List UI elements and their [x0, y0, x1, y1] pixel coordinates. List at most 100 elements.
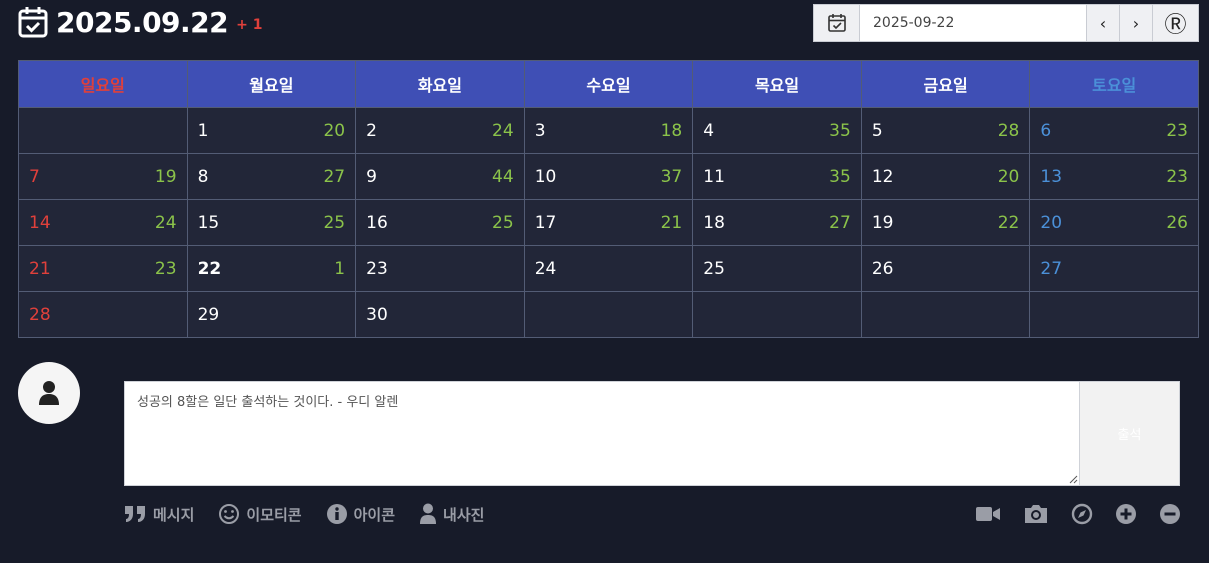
video-button[interactable] [975, 505, 1001, 523]
attendance-count: 23 [1166, 167, 1188, 187]
camera-button[interactable] [1023, 503, 1049, 525]
greeting-input[interactable]: 성공의 8할은 일단 출석하는 것이다. - 우디 알렌 [124, 381, 1080, 486]
calendar-day-cell[interactable]: 6 23 [1029, 107, 1199, 154]
calendar-day-cell[interactable]: 30 [355, 291, 525, 338]
attendance-count: 20 [997, 167, 1020, 187]
calendar-day-cell[interactable]: 16 25 [355, 199, 525, 246]
calendar-day-cell[interactable]: 21 23 [18, 245, 188, 292]
day-number: 15 [197, 213, 220, 233]
plus-circle-icon [1116, 504, 1136, 524]
calendar-day-cell[interactable]: 8 27 [186, 153, 357, 200]
attendance-count: 35 [829, 121, 851, 141]
zoom-out-button[interactable] [1159, 503, 1181, 525]
calendar-week-row: 7 19 8 27 9 44 10 37 11 35 12 20 13 23 [18, 153, 1199, 200]
compass-icon [1071, 503, 1093, 525]
day-number: 20 [1040, 213, 1063, 233]
message-label: 메시지 [153, 505, 195, 524]
calendar-day-cell[interactable]: 9 44 [355, 153, 525, 200]
calendar-day-cell[interactable]: 27 [1029, 245, 1199, 292]
day-number: 22 [197, 259, 222, 279]
day-number: 7 [29, 167, 40, 187]
calendar-day-cell[interactable]: 15 25 [186, 199, 357, 246]
day-number: 4 [703, 121, 715, 141]
weekday-sunday: 일요일 [18, 60, 188, 108]
day-number: 21 [29, 259, 51, 279]
day-number: 10 [534, 167, 557, 187]
calendar-day-cell[interactable]: 17 21 [523, 199, 694, 246]
calendar-day-cell [18, 107, 188, 154]
calendar-day-cell[interactable]: 14 24 [18, 199, 188, 246]
calendar-week-row: 21 23 22 1 23 24 25 26 27 [18, 245, 1199, 292]
minus-circle-icon [1160, 504, 1180, 524]
next-day-button[interactable]: › [1119, 5, 1152, 41]
my-photo-button[interactable]: 내사진 [419, 503, 484, 525]
attendance-count-badge: + 1 [236, 17, 263, 33]
attendance-count: 37 [660, 167, 683, 187]
calendar-day-cell[interactable]: 25 [692, 245, 862, 292]
day-number: 8 [197, 167, 209, 187]
calendar-day-cell[interactable]: 18 27 [692, 199, 862, 246]
reset-button[interactable]: Ⓡ [1152, 5, 1198, 41]
day-number: 14 [29, 213, 51, 233]
resize-handle-icon[interactable] [1068, 474, 1078, 484]
calendar-day-cell[interactable]: 2 24 [355, 107, 525, 154]
calendar-day-cell [860, 291, 1031, 338]
attendance-calendar: 일요일 월요일 화요일 수요일 목요일 금요일 토요일 1 20 2 24 3 18 4 35… [18, 60, 1199, 338]
calendar-day-cell[interactable]: 24 [523, 245, 694, 292]
calendar-button[interactable] [814, 5, 860, 41]
calendar-day-cell[interactable]: 26 [860, 245, 1031, 292]
calendar-day-cell [523, 291, 694, 338]
day-number: 16 [366, 213, 388, 233]
calendar-day-cell[interactable]: 13 23 [1029, 153, 1199, 200]
calendar-day-cell[interactable]: 22 1 [186, 245, 357, 292]
comment-toolbar: 메시지 이모티콘 아이콘 내사진 [124, 502, 508, 526]
weekday-monday: 월요일 [186, 60, 357, 108]
attendance-count: 1 [334, 259, 346, 279]
submit-button[interactable]: 출석 [1080, 381, 1180, 486]
media-toolbar [953, 501, 1181, 527]
emoticon-button[interactable]: 이모티콘 [218, 503, 302, 525]
calendar-day-cell[interactable]: 10 37 [523, 153, 694, 200]
calendar-check-icon [827, 14, 846, 32]
icon-button[interactable]: 아이콘 [326, 503, 395, 525]
calendar-day-cell[interactable]: 19 22 [860, 199, 1031, 246]
day-number: 19 [871, 213, 894, 233]
calendar-day-cell[interactable]: 3 18 [523, 107, 694, 154]
page-header: 2025.09.22 + 1 [18, 4, 263, 40]
date-input[interactable] [860, 5, 1086, 41]
date-picker: ‹ › Ⓡ [813, 4, 1199, 42]
weekday-tuesday: 화요일 [355, 60, 525, 108]
calendar-day-cell[interactable]: 7 19 [18, 153, 188, 200]
location-button[interactable] [1071, 503, 1093, 525]
attendance-count: 20 [323, 121, 346, 141]
calendar-day-cell[interactable]: 20 26 [1029, 199, 1199, 246]
weekday-friday: 금요일 [860, 60, 1031, 108]
zoom-in-button[interactable] [1115, 503, 1137, 525]
day-number: 18 [703, 213, 725, 233]
calendar-day-cell[interactable]: 11 35 [692, 153, 862, 200]
prev-day-button[interactable]: ‹ [1086, 5, 1119, 41]
calendar-day-cell[interactable]: 29 [186, 291, 357, 338]
user-icon [39, 381, 59, 405]
icon-label: 아이콘 [353, 505, 396, 524]
day-number: 27 [1040, 259, 1063, 279]
quote-icon [125, 506, 145, 522]
day-number: 29 [197, 305, 220, 325]
attendance-count: 25 [492, 213, 514, 233]
emoticon-label: 이모티콘 [246, 505, 302, 524]
info-icon [326, 504, 347, 524]
day-number: 2 [366, 121, 377, 141]
avatar [18, 362, 80, 424]
calendar-day-cell[interactable]: 1 20 [186, 107, 357, 154]
calendar-day-cell[interactable]: 5 28 [860, 107, 1031, 154]
calendar-day-cell[interactable]: 23 [355, 245, 525, 292]
day-number: 9 [366, 167, 377, 187]
day-number: 12 [871, 167, 894, 187]
attendance-count: 44 [492, 167, 514, 187]
calendar-day-cell[interactable]: 4 35 [692, 107, 862, 154]
day-number: 26 [871, 259, 894, 279]
day-number: 13 [1040, 167, 1063, 187]
message-button[interactable]: 메시지 [124, 504, 194, 525]
calendar-day-cell[interactable]: 28 [18, 291, 188, 338]
calendar-day-cell[interactable]: 12 20 [860, 153, 1031, 200]
